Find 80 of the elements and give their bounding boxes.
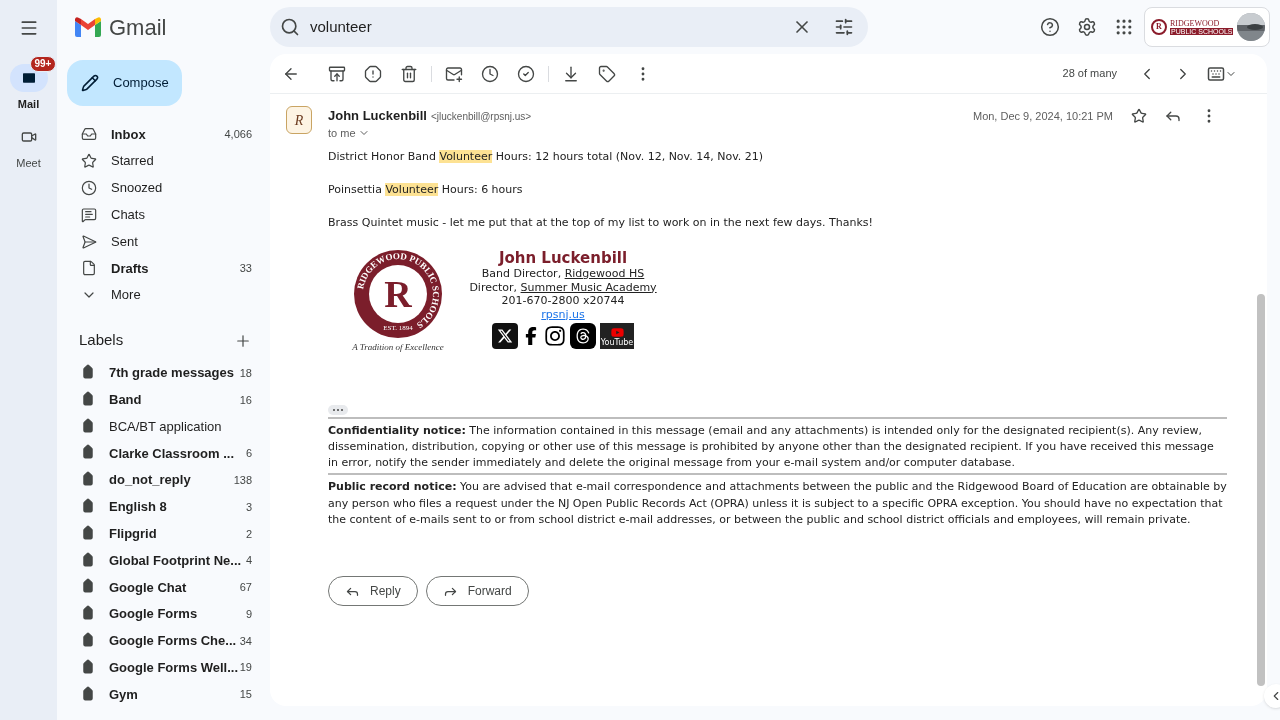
page-position: 28 of many (1062, 66, 1117, 82)
item-count: 67 (239, 580, 252, 596)
recipient-label: to me (328, 125, 356, 141)
signature-title: Director, Summer Music Academy (469, 280, 657, 294)
item-count: 9 (245, 606, 252, 622)
compose-button[interactable]: Compose (67, 60, 182, 106)
item-count: 15 (239, 687, 252, 703)
inbox-icon (81, 126, 97, 143)
unread-badge: 99+ (29, 56, 57, 72)
clock-icon (81, 180, 97, 196)
item-count: 16 (239, 392, 252, 408)
envelope-icon (20, 70, 37, 86)
item-count: 4 (245, 553, 252, 569)
message-paragraph: Poinsettia Volunteer Hours: 6 hours (328, 183, 524, 196)
org-name: RIDGEWOOD (1170, 19, 1221, 28)
rail-label: Meet (16, 155, 41, 171)
item-count: 3 (245, 499, 252, 515)
nav-item[interactable]: Inbox 4,066 (57, 121, 270, 148)
sender-avatar-icon: R (286, 106, 312, 134)
filter-icon (834, 17, 854, 37)
label-item[interactable]: Flipgrid 2 (57, 520, 270, 548)
school-tagline: A Tradition of Excellence (352, 341, 444, 354)
nav-item[interactable]: Chats (57, 201, 270, 229)
sender-name: John Luckenbill (328, 107, 427, 126)
label-item[interactable]: English 8 3 (57, 493, 270, 521)
message-paragraph: Brass Quintet music - let me put that at the top of my list to work on in the next few days. Thanks! (328, 216, 874, 229)
search-field[interactable]: volunteer (270, 7, 868, 47)
label-item[interactable]: Band 16 (57, 386, 270, 414)
item-count: 33 (239, 261, 252, 277)
signature-title: Band Director, Ridgewood HS (481, 267, 645, 281)
signature-name: John Luckenbill (498, 249, 628, 267)
file-icon (81, 260, 97, 277)
message-paragraph: District Honor Band Volunteer Hours: 12 hours total (Nov. 12, Nov. 14, Nov. 21) (328, 150, 765, 163)
notice-paragraph: Confidentiality notice: The information contained in this message (email and any attachments) is intended only for the designated recipient(s). Any review, dissemination, distribution, copying or other use of this message is prohibited by anyone other than the designated recipient. If you have received this message in error, notify the sender immediately and delete the original message from your e-mail system and/or computer database. (328, 416, 1227, 474)
label-item[interactable]: Google Forms Che... 34 (57, 627, 270, 655)
notice-paragraph: Public record notice: You are advised that e-mail correspondence and attachments between the public and the Ridgewood Board of Education are obtainable by any person who files a request under the NJ Open Public Records Act (OPRA) unless it is subject to a specific OPRA exception. You should have no expectation that the content of e-mails sent to or from school district e-mail addresses, or between the public and school district officials and employees, will remain private. (328, 473, 1227, 531)
gmail-logo-icon (75, 17, 101, 37)
section-heading: Labels (79, 330, 125, 351)
item-count: 138 (233, 472, 252, 488)
item-count: 34 (239, 633, 252, 649)
label-item[interactable]: 7th grade messages 18 (57, 359, 270, 387)
label-item[interactable]: do_not_reply 138 (57, 466, 270, 494)
item-count: 6 (245, 446, 252, 462)
app-name: Gmail (109, 13, 167, 42)
item-count: 18 (239, 365, 252, 381)
message-date: Mon, Dec 9, 2024, 10:21 PM (972, 108, 1113, 124)
website-link[interactable]: rpsnj.us (541, 307, 585, 321)
item-count: 19 (239, 660, 252, 676)
signature-phone: 201-670-2800 x20744 (501, 294, 625, 308)
label-item[interactable]: Gym 15 (57, 681, 270, 708)
chat-icon (81, 206, 97, 223)
search-icon (280, 17, 300, 37)
signature-link[interactable]: Summer Music Academy (520, 280, 657, 294)
nav-item[interactable]: Sent (57, 228, 270, 255)
label-item[interactable]: Clarke Classroom ... 6 (57, 439, 270, 467)
threads-icon[interactable] (570, 323, 596, 349)
sender-email: <jluckenbill@rpsnj.us> (430, 109, 532, 124)
youtube-icon[interactable]: YouTube (600, 323, 634, 349)
star-icon (81, 153, 97, 170)
item-count: 2 (245, 526, 252, 542)
show-trimmed-button[interactable] (328, 404, 348, 415)
pencil-icon (81, 74, 99, 92)
label-item[interactable]: Google Chat 67 (57, 573, 270, 601)
instagram-icon[interactable] (544, 325, 566, 347)
label-item[interactable]: BCA/BT application (57, 413, 270, 440)
signature-link[interactable]: Ridgewood HS (564, 267, 645, 280)
input-tools-button[interactable] (1207, 64, 1237, 83)
x-icon[interactable] (492, 323, 518, 349)
label-item[interactable]: Global Footprint Ne... 4 (57, 547, 270, 574)
school-logo-icon: R (1151, 19, 1167, 35)
label-item[interactable]: Google Forms 9 (57, 600, 270, 628)
item-count: 4,066 (224, 127, 252, 143)
nav-item[interactable]: Snoozed (57, 174, 270, 202)
nav-item[interactable]: Drafts 33 (57, 255, 270, 282)
label-item[interactable]: Google Forms Well...19 (57, 654, 270, 682)
nav-item[interactable]: More (57, 281, 270, 309)
send-icon (81, 233, 97, 250)
rail-label: Mail (17, 97, 40, 112)
keyboard-icon (1207, 64, 1225, 83)
nav-item[interactable]: Starred (57, 147, 270, 175)
